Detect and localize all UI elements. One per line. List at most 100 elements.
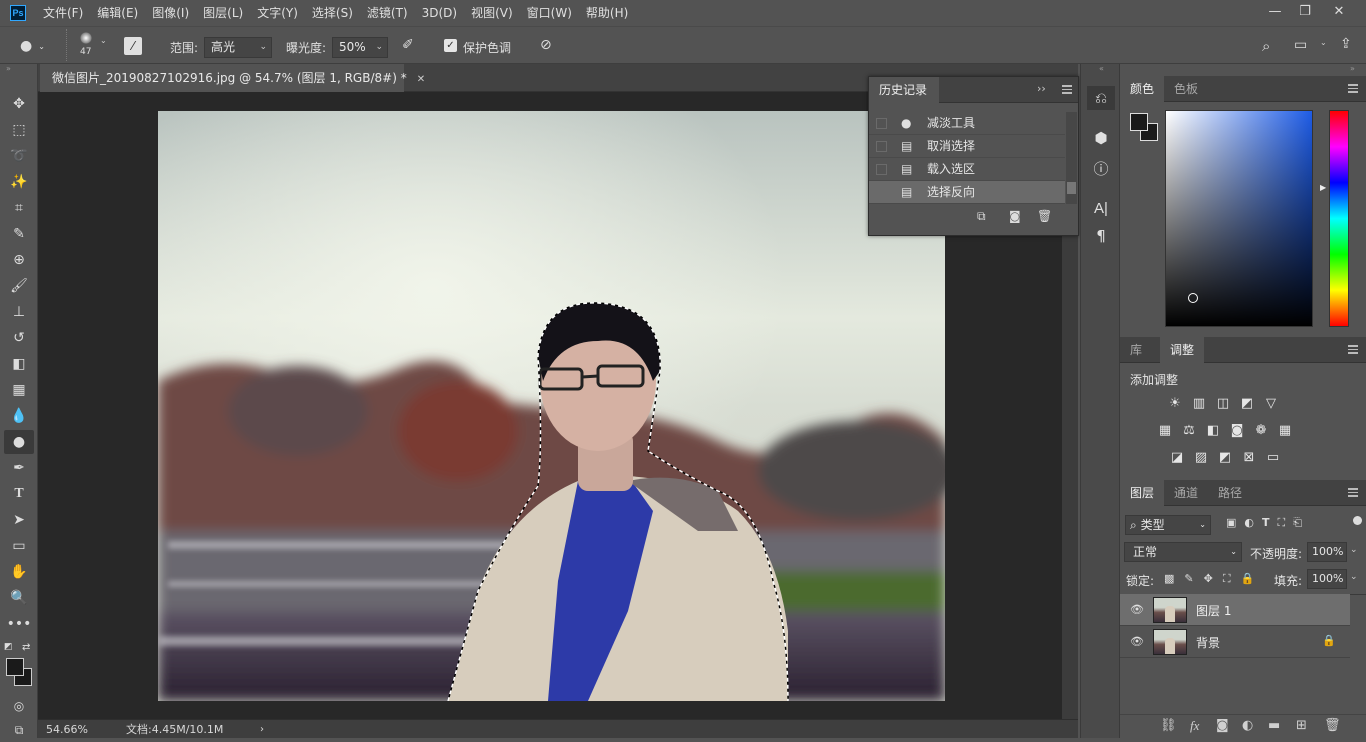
menu-item[interactable]: 图像(I) — [145, 0, 196, 26]
invert-icon[interactable]: ◪ — [1168, 448, 1186, 466]
panel-menu-icon[interactable] — [1348, 488, 1358, 497]
3d-panel-icon[interactable]: ⬢ — [1087, 126, 1115, 150]
collapse-icon[interactable]: » — [6, 64, 11, 73]
smart-object-filter-icon[interactable]: ⎗ — [1293, 516, 1302, 530]
gradient-map-icon[interactable]: ▭ — [1264, 448, 1282, 466]
close-window-button[interactable]: ✕ — [1322, 0, 1356, 22]
black-white-icon[interactable]: ◧ — [1204, 421, 1222, 439]
foreground-color-swatch[interactable] — [1130, 113, 1148, 131]
tab-paths[interactable]: 路径 — [1208, 480, 1252, 506]
hand-tool-icon[interactable]: ✋ — [4, 560, 34, 584]
document-tab[interactable]: 微信图片_20190827102916.jpg @ 54.7% (图层 1, R… — [40, 64, 425, 92]
blur-tool-icon[interactable]: 💧 — [4, 404, 34, 428]
camera-icon[interactable]: ◙ — [1009, 209, 1021, 223]
history-panel-icon[interactable]: ⎌ — [1087, 86, 1115, 110]
filter-toggle[interactable] — [1353, 516, 1362, 525]
panel-menu-icon[interactable] — [1348, 84, 1358, 93]
trash-icon[interactable]: 🗑 — [1324, 718, 1341, 733]
levels-icon[interactable]: ▥ — [1190, 394, 1208, 412]
blend-mode-dropdown[interactable]: 正常 ⌄ — [1124, 542, 1242, 562]
layer-filter-dropdown[interactable]: ⌕ 类型 ⌄ — [1125, 515, 1211, 535]
color-balance-icon[interactable]: ⚖ — [1180, 421, 1198, 439]
menu-item[interactable]: 帮助(H) — [579, 0, 635, 26]
minimize-button[interactable]: — — [1258, 0, 1292, 22]
screen-mode-icon[interactable]: ⧉ — [4, 718, 34, 742]
type-layer-filter-icon[interactable]: T — [1262, 516, 1270, 530]
add-mask-icon[interactable]: ◙ — [1216, 718, 1229, 733]
pen-tool-icon[interactable]: ✒ — [4, 456, 34, 480]
hue-slider[interactable] — [1329, 110, 1349, 327]
chevron-down-icon[interactable]: ⌄ — [1320, 38, 1327, 47]
crop-tool-icon[interactable]: ⌗ — [4, 196, 34, 220]
history-state[interactable]: ● 减淡工具 — [869, 112, 1065, 135]
menu-item[interactable]: 选择(S) — [305, 0, 360, 26]
exposure-input[interactable]: 50% ⌄ — [332, 37, 388, 58]
new-group-icon[interactable]: ▬ — [1268, 718, 1280, 733]
new-document-from-state-icon[interactable]: ⧉ — [977, 209, 986, 224]
adjustment-layer-filter-icon[interactable]: ◐ — [1244, 516, 1254, 530]
exposure-icon[interactable]: ◩ — [1238, 394, 1256, 412]
collapse-icon[interactable]: » — [1350, 64, 1355, 73]
rectangle-tool-icon[interactable]: ▭ — [4, 534, 34, 558]
brush-picker-chevron-icon[interactable]: ⌄ — [100, 36, 107, 45]
tool-preset-picker[interactable]: ● ⌄ — [20, 36, 48, 56]
history-scrollbar[interactable] — [1066, 112, 1077, 204]
lock-artboard-icon[interactable]: ⛶ — [1223, 572, 1231, 586]
lock-image-icon[interactable]: ✎ — [1184, 572, 1193, 586]
snapshot-source-checkbox[interactable] — [876, 164, 887, 175]
snapshot-source-checkbox[interactable] — [876, 118, 887, 129]
swap-colors-icon[interactable]: ⇄ — [22, 642, 30, 653]
threshold-icon[interactable]: ◩ — [1216, 448, 1234, 466]
menu-item[interactable]: 窗口(W) — [520, 0, 579, 26]
brush-preview-icon[interactable] — [76, 32, 96, 46]
zoom-level[interactable]: 54.66% — [46, 720, 88, 739]
canvas-image[interactable] — [158, 111, 945, 701]
posterize-icon[interactable]: ▨ — [1192, 448, 1210, 466]
magic-wand-tool-icon[interactable]: ✨ — [4, 170, 34, 194]
type-tool-icon[interactable]: T — [4, 482, 34, 506]
tab-layers[interactable]: 图层 — [1120, 480, 1165, 506]
restore-button[interactable]: ❐ — [1288, 0, 1322, 22]
menu-item[interactable]: 滤镜(T) — [360, 0, 415, 26]
layer-row[interactable]: 👁 图层 1 — [1120, 594, 1350, 626]
close-tab-icon[interactable]: ✕ — [417, 74, 425, 85]
brush-settings-icon[interactable]: ⁄ — [124, 37, 142, 55]
history-brush-tool-icon[interactable]: ↺ — [4, 326, 34, 350]
history-state[interactable]: ▤ 载入选区 — [869, 158, 1065, 181]
path-selection-tool-icon[interactable]: ➤ — [4, 508, 34, 532]
chevron-down-icon[interactable]: ⌄ — [1350, 572, 1358, 582]
layer-name[interactable]: 图层 1 — [1196, 602, 1231, 619]
character-panel-icon[interactable]: A| — [1087, 196, 1115, 220]
panel-menu-icon[interactable] — [1062, 85, 1072, 94]
opacity-input[interactable]: 100% — [1307, 542, 1347, 562]
layer-thumbnail[interactable] — [1153, 629, 1187, 655]
photo-filter-icon[interactable]: ◙ — [1228, 421, 1246, 439]
tab-libraries[interactable]: 库 — [1120, 337, 1152, 363]
chevron-right-icon[interactable]: › — [260, 720, 264, 739]
brightness-contrast-icon[interactable]: ☀ — [1166, 394, 1184, 412]
pressure-size-icon[interactable]: ⊘ — [540, 37, 552, 53]
lock-position-icon[interactable]: ✥ — [1204, 572, 1213, 586]
pixel-layer-filter-icon[interactable]: ▣ — [1226, 516, 1236, 530]
menu-item[interactable]: 文字(Y) — [250, 0, 305, 26]
tab-adjustments[interactable]: 调整 — [1160, 337, 1205, 363]
adjustment-layer-icon[interactable]: ◐ — [1242, 718, 1253, 733]
trash-icon[interactable]: 🗑 — [1037, 209, 1052, 223]
selective-color-icon[interactable]: ⊠ — [1240, 448, 1258, 466]
curves-icon[interactable]: ◫ — [1214, 394, 1232, 412]
zoom-tool-icon[interactable]: 🔍 — [4, 586, 34, 610]
vibrance-icon[interactable]: ▽ — [1262, 394, 1280, 412]
eye-icon[interactable]: 👁 — [1130, 603, 1144, 617]
layer-thumbnail[interactable] — [1153, 597, 1187, 623]
shape-layer-filter-icon[interactable]: ⛶ — [1278, 516, 1286, 530]
history-state[interactable]: ▤ 取消选择 — [869, 135, 1065, 158]
link-layers-icon[interactable]: ⛓ — [1160, 718, 1177, 733]
search-icon[interactable]: ⌕ — [1262, 37, 1270, 55]
menu-item[interactable]: 3D(D) — [415, 0, 464, 26]
fx-icon[interactable]: fx — [1190, 718, 1199, 734]
history-tab[interactable]: 历史记录 — [869, 77, 939, 103]
share-icon[interactable]: ⇪ — [1340, 36, 1352, 52]
menu-item[interactable]: 文件(F) — [36, 0, 90, 26]
default-colors-icon[interactable]: ◩ — [4, 642, 13, 652]
chevron-down-icon[interactable]: ⌄ — [1350, 545, 1358, 555]
